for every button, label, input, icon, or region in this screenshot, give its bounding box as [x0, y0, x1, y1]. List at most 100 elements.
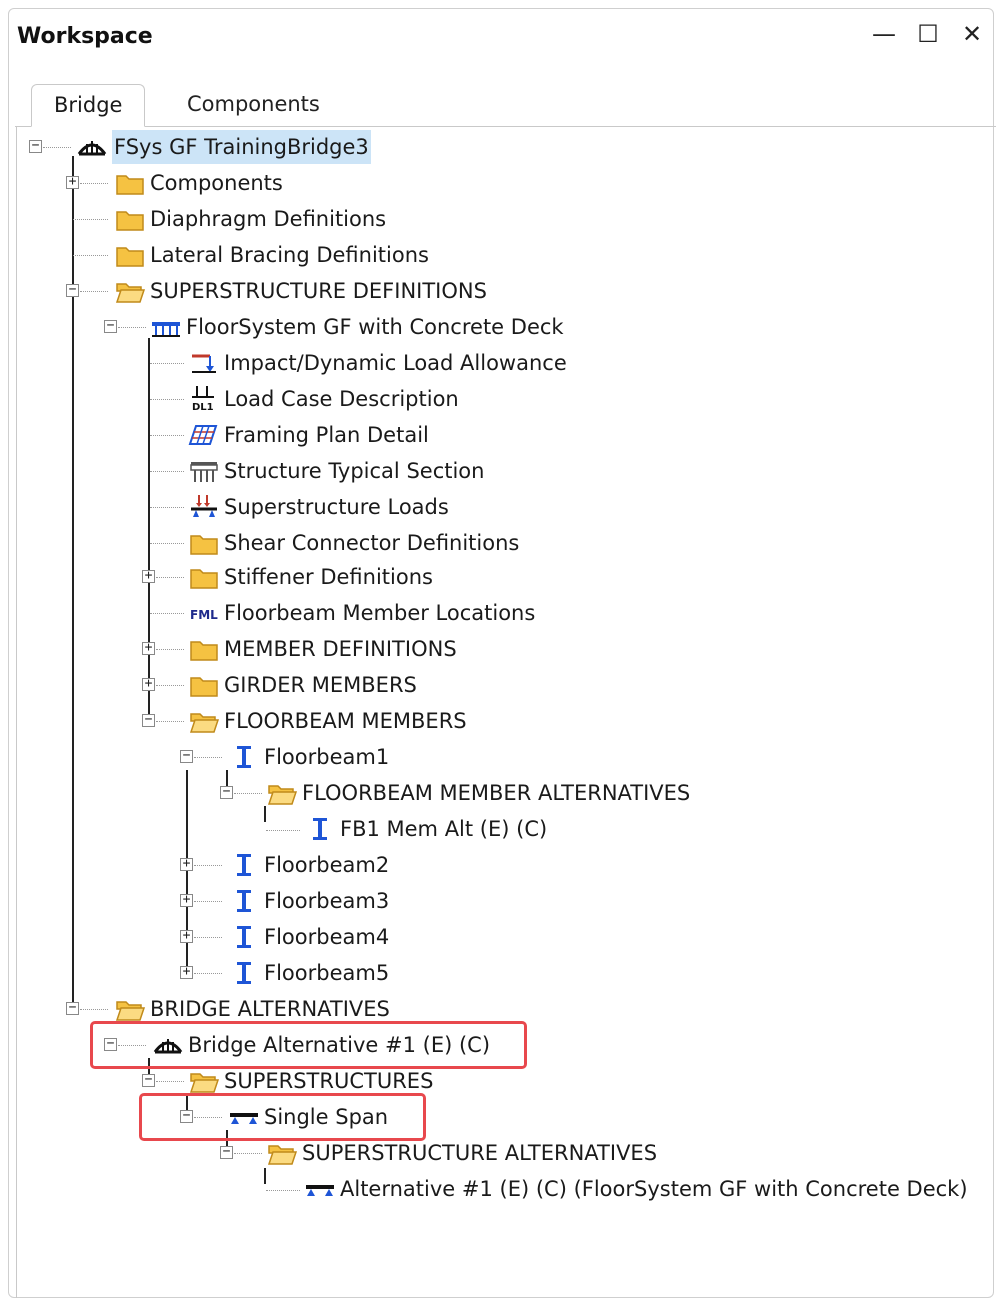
tree-item-shear-connector[interactable]: Shear Connector Definitions — [188, 526, 519, 560]
expand-toggle[interactable]: + — [142, 641, 155, 655]
framing-grid-icon — [188, 420, 220, 450]
tree-item-superstructure-loads[interactable]: Superstructure Loads — [188, 490, 449, 524]
tree-dots — [150, 363, 184, 364]
tree-label: FLOORBEAM MEMBER ALTERNATIVES — [302, 781, 691, 805]
tree-item-impact[interactable]: Impact/Dynamic Load Allowance — [188, 346, 567, 380]
tree-item-alternative-1[interactable]: Alternative #1 (E) (C) (FloorSystem GF w… — [304, 1172, 968, 1206]
tree-dots — [156, 721, 184, 722]
expand-toggle[interactable]: + — [142, 677, 155, 691]
tree-item-root[interactable]: FSys GF TrainingBridge3 — [76, 130, 371, 164]
folder-icon — [188, 670, 220, 700]
tree-label: Floorbeam5 — [264, 961, 390, 985]
collapse-toggle[interactable]: − — [29, 139, 42, 153]
collapse-toggle[interactable]: − — [180, 749, 193, 763]
expand-toggle[interactable]: + — [142, 569, 155, 583]
folder-icon — [188, 634, 220, 664]
tree-dots — [234, 1153, 262, 1154]
tree-label: FB1 Mem Alt (E) (C) — [340, 817, 548, 841]
open-folder-icon — [188, 706, 220, 736]
tree-item-superstructure-alternatives[interactable]: SUPERSTRUCTURE ALTERNATIVES — [266, 1136, 657, 1170]
tree-dots — [156, 685, 184, 686]
tree-item-floorsystem[interactable]: FloorSystem GF with Concrete Deck — [150, 310, 564, 344]
tree-dots — [73, 219, 108, 220]
tree-label: Floorbeam3 — [264, 889, 390, 913]
open-folder-icon — [266, 1138, 298, 1168]
window-title: Workspace — [17, 24, 153, 49]
tree-item-stiffener[interactable]: Stiffener Definitions — [188, 560, 433, 594]
folder-icon — [114, 204, 146, 234]
tree-item-diaphragm-definitions[interactable]: Diaphragm Definitions — [114, 202, 386, 236]
tree-item-floorbeam1[interactable]: Floorbeam1 — [228, 740, 389, 774]
collapse-toggle[interactable]: − — [142, 713, 155, 727]
floorsystem-icon — [150, 312, 182, 342]
tree-dots — [194, 865, 222, 866]
tree-item-floorbeam3[interactable]: Floorbeam3 — [228, 884, 389, 918]
tab-components[interactable]: Components — [165, 84, 342, 126]
tree-label: SUPERSTRUCTURE ALTERNATIVES — [302, 1141, 658, 1165]
collapse-toggle[interactable]: − — [104, 319, 117, 333]
highlight-box-single-span — [139, 1093, 426, 1141]
expand-toggle[interactable]: + — [180, 857, 193, 871]
load-case-icon: DL1 — [188, 384, 220, 414]
tree-dots — [73, 255, 108, 256]
tree-item-components[interactable]: Components — [114, 166, 283, 200]
tree-dots — [194, 901, 222, 902]
tree-label: Floorbeam Member Locations — [224, 601, 536, 625]
tree-dots — [234, 793, 262, 794]
tree-item-floorbeam-members[interactable]: FLOORBEAM MEMBERS — [188, 704, 467, 738]
i-beam-icon — [304, 814, 336, 844]
close-button[interactable]: ✕ — [958, 20, 986, 48]
tree-item-superstructure-definitions[interactable]: SUPERSTRUCTURE DEFINITIONS — [114, 274, 487, 308]
tab-bar: Bridge Components — [15, 84, 996, 127]
i-beam-icon — [228, 742, 260, 772]
tree-item-floorbeam4[interactable]: Floorbeam4 — [228, 920, 389, 954]
tree-label: Stiffener Definitions — [224, 565, 433, 589]
tree-item-floorbeam5[interactable]: Floorbeam5 — [228, 956, 389, 990]
tree-item-typical-section[interactable]: Structure Typical Section — [188, 454, 484, 488]
collapse-toggle[interactable]: − — [220, 1145, 233, 1159]
tree-item-floorbeam2[interactable]: Floorbeam2 — [228, 848, 389, 882]
tree-label: Impact/Dynamic Load Allowance — [224, 351, 567, 375]
open-folder-icon — [266, 778, 298, 808]
tree-label: Structure Typical Section — [224, 459, 485, 483]
tree-label: Lateral Bracing Definitions — [150, 243, 429, 267]
highlight-box-bridge-alternative — [90, 1021, 527, 1069]
expand-toggle[interactable]: + — [180, 929, 193, 943]
maximize-button[interactable]: ☐ — [914, 20, 942, 48]
tree-label: Alternative #1 (E) (C) (FloorSystem GF w… — [340, 1177, 968, 1201]
tree-label: Floorbeam4 — [264, 925, 390, 949]
tree-dots — [118, 327, 146, 328]
tree-line — [264, 1168, 266, 1184]
tree-item-fb-member-alternatives[interactable]: FLOORBEAM MEMBER ALTERNATIVES — [266, 776, 690, 810]
tree-dots — [194, 757, 222, 758]
tree-dots — [80, 291, 108, 292]
tree-item-member-definitions[interactable]: MEMBER DEFINITIONS — [188, 632, 457, 666]
tree-item-load-case[interactable]: DL1 Load Case Description — [188, 382, 459, 416]
tree-dots — [194, 973, 222, 974]
tree-label: GIRDER MEMBERS — [224, 673, 417, 697]
tree-dots — [150, 471, 184, 472]
tree-label: Framing Plan Detail — [224, 423, 429, 447]
tree-item-lateral-bracing[interactable]: Lateral Bracing Definitions — [114, 238, 429, 272]
i-beam-icon — [228, 958, 260, 988]
tree-item-fb1-mem-alt[interactable]: FB1 Mem Alt (E) (C) — [304, 812, 547, 846]
minimize-button[interactable]: — — [870, 20, 898, 48]
tab-bridge[interactable]: Bridge — [31, 84, 146, 127]
tree-item-framing-plan[interactable]: Framing Plan Detail — [188, 418, 429, 452]
collapse-toggle[interactable]: − — [220, 785, 233, 799]
collapse-toggle[interactable]: − — [66, 283, 79, 297]
tree-label: Diaphragm Definitions — [150, 207, 387, 231]
tree-dots — [80, 183, 108, 184]
folder-icon — [114, 168, 146, 198]
expand-toggle[interactable]: + — [180, 893, 193, 907]
collapse-toggle[interactable]: − — [66, 1001, 79, 1015]
tree-line — [186, 770, 188, 976]
tree-label: FLOORBEAM MEMBERS — [224, 709, 467, 733]
expand-toggle[interactable]: + — [180, 965, 193, 979]
tree-item-floorbeam-locations[interactable]: FML Floorbeam Member Locations — [188, 596, 535, 630]
expand-toggle[interactable]: + — [66, 175, 79, 189]
tree-item-girder-members[interactable]: GIRDER MEMBERS — [188, 668, 417, 702]
tree-dots — [150, 435, 184, 436]
tree-label: Load Case Description — [224, 387, 459, 411]
collapse-toggle[interactable]: − — [142, 1073, 155, 1087]
